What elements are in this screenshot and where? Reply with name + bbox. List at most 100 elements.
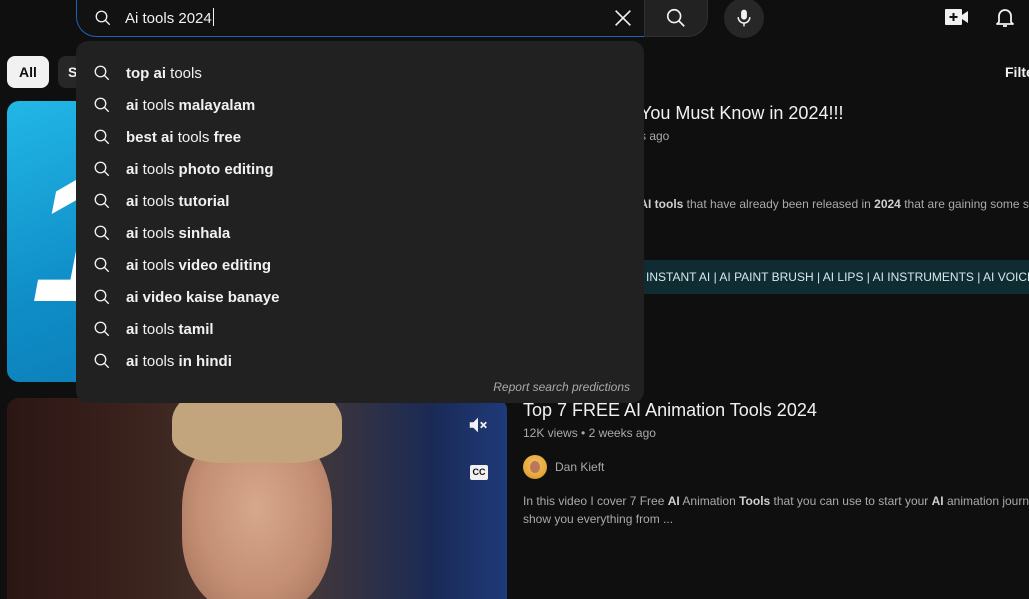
suggestion-item[interactable]: top ai tools [76,57,644,89]
chip-all[interactable]: All [7,56,49,88]
suggestion-normal: tools [173,128,214,146]
clear-search-button[interactable] [608,3,638,33]
filters-button[interactable]: Filters [1005,64,1029,80]
search-icon [94,225,110,241]
desc-text: animation journe [943,494,1029,508]
desc-bold: 2024 [874,197,901,211]
presenter-hair [172,398,342,463]
suggestion-bold: ai [126,96,139,114]
desc-bold: AI [667,494,680,508]
video1-chapters[interactable]: ersINSTANT AI | AI PAINT BRUSH | AI LIPS… [610,260,1029,294]
search-icon [94,289,110,305]
suggestion-item[interactable]: ai tools malayalam [76,89,644,121]
desc-text: that are gaining some s [900,197,1029,211]
desc-text: Animation [679,494,740,508]
search-icon [94,193,110,209]
search-box[interactable]: Ai tools 2024 [76,0,644,37]
desc-bold: AI tools [639,197,684,211]
suggestion-normal: tools [138,256,179,274]
suggestion-text: ai tools video editing [126,257,271,274]
suggestion-text: best ai tools free [126,129,241,146]
text-caret [212,8,214,26]
suggestion-normal: tools [138,224,179,242]
suggestion-item[interactable]: ai tools video editing [76,249,644,281]
suggestion-bold: sinhala [178,224,231,242]
suggestion-bold: best ai [126,128,174,146]
upload-age: 2 weeks ago [588,426,656,440]
suggestion-text: ai tools photo editing [126,161,274,178]
desc-text: that you can use to start your [770,494,932,508]
create-video-icon[interactable] [944,5,970,29]
search-icon [94,65,110,81]
search-suggestions-dropdown: top ai tools ai tools malayalam best ai to… [76,41,644,403]
microphone-icon [737,9,751,27]
suggestion-normal: tools [138,96,179,114]
suggestion-text: ai tools sinhala [126,225,230,242]
suggestion-normal: tools [166,64,202,82]
suggestion-bold: free [213,128,242,146]
search-input[interactable]: Ai tools 2024 [125,8,214,27]
suggestion-bold: ai video kaise banaye [126,288,280,306]
mute-icon[interactable] [467,414,489,436]
suggestion-bold: video editing [178,256,272,274]
suggestion-text: top ai tools [126,65,202,82]
video2-thumbnail[interactable]: CC [7,398,507,599]
suggestion-bold: tutorial [178,192,230,210]
youtube-search-page: 1 You Must Know in 2024!!! s ago y AI to… [0,0,1029,599]
suggestion-normal: tools [138,192,179,210]
video2-meta: 12K views • 2 weeks ago [523,426,656,440]
search-icon [94,129,110,145]
search-icon [94,353,110,369]
suggestion-bold: ai [126,320,139,338]
video2-description: In this video I cover 7 Free AI Animatio… [523,492,1029,528]
voice-search-button[interactable] [724,0,764,38]
suggestion-bold: ai [126,160,139,178]
desc-text: show you everything from ... [523,512,674,526]
search-query: Ai tools 2024 [125,10,212,27]
suggestion-text: ai tools in hindi [126,353,232,370]
suggestion-bold: malayalam [178,96,256,114]
video1-meta: s ago [640,129,670,143]
search-icon [95,10,111,26]
captions-icon[interactable]: CC [470,465,488,480]
suggestion-text: ai tools tamil [126,321,214,338]
suggestion-bold: ai [126,256,139,274]
search-icon [94,321,110,337]
suggestion-item[interactable]: ai tools sinhala [76,217,644,249]
notifications-icon[interactable] [993,5,1017,29]
suggestion-text: ai tools malayalam [126,97,255,114]
video2-title[interactable]: Top 7 FREE AI Animation Tools 2024 [523,400,817,421]
video2-channel[interactable]: Dan Kieft [523,455,604,479]
suggestion-normal: tools [138,160,179,178]
suggestion-item[interactable]: ai tools photo editing [76,153,644,185]
desc-text: In this video I cover 7 Free [523,494,668,508]
search-icon [94,257,110,273]
view-count: 12K views [523,426,578,440]
search-icon [94,97,110,113]
channel-name[interactable]: Dan Kieft [555,460,604,474]
video1-title[interactable]: You Must Know in 2024!!! [640,103,843,124]
chapters-text: INSTANT AI | AI PAINT BRUSH | AI LIPS | … [646,270,1029,284]
desc-text: that have already been released in [683,197,875,211]
report-predictions-link[interactable]: Report search predictions [493,380,630,394]
desc-bold: AI [931,494,944,508]
video1-description: y AI tools that have already been releas… [630,197,1029,211]
suggestion-normal: tools [138,320,179,338]
suggestion-bold: in hindi [178,352,232,370]
suggestion-item[interactable]: ai tools tutorial [76,185,644,217]
suggestion-item[interactable]: ai video kaise banaye [76,281,644,313]
search-button[interactable] [644,0,708,37]
search-icon [94,161,110,177]
suggestion-bold: ai [126,192,139,210]
suggestion-bold: photo editing [178,160,274,178]
suggestion-bold: tamil [178,320,214,338]
search-icon [666,8,685,27]
suggestion-bold: ai [126,352,139,370]
suggestion-item[interactable]: ai tools in hindi [76,345,644,377]
channel-avatar[interactable] [523,455,547,479]
suggestions-list: top ai tools ai tools malayalam best ai to… [76,57,644,377]
suggestion-item[interactable]: best ai tools free [76,121,644,153]
suggestion-bold: top ai [126,64,166,82]
suggestion-text: ai tools tutorial [126,193,229,210]
suggestion-item[interactable]: ai tools tamil [76,313,644,345]
